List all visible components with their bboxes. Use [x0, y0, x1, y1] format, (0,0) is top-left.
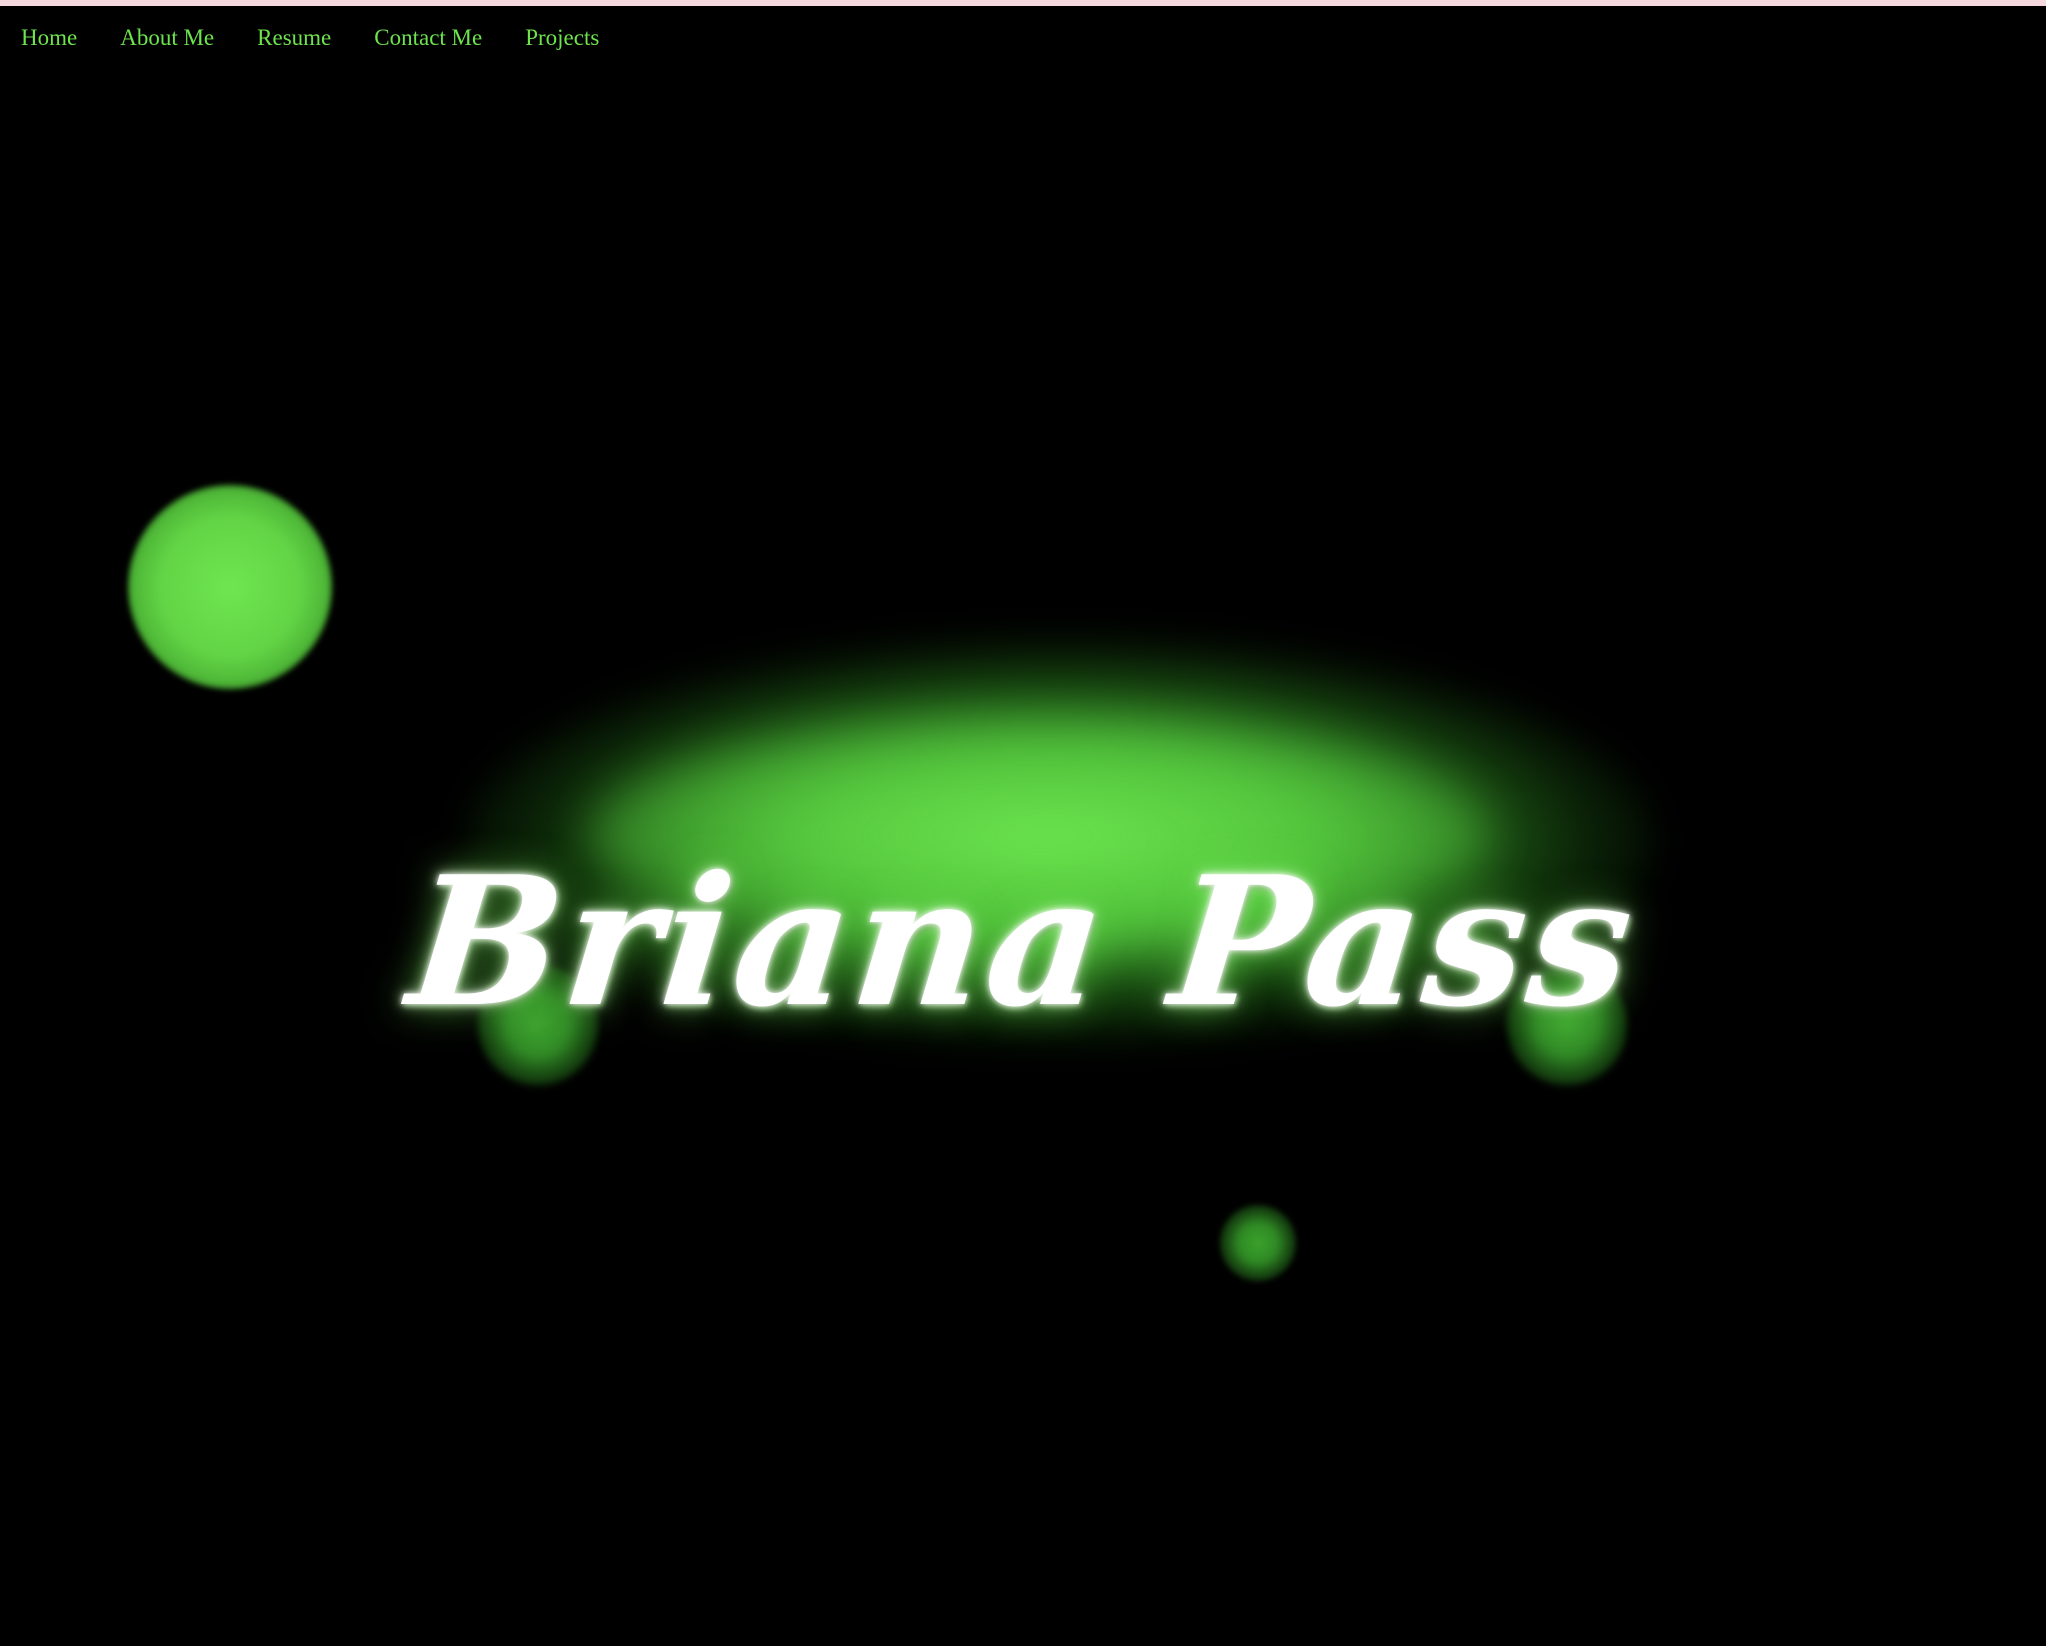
top-strip: [0, 0, 2046, 6]
glow-orb-small: [1220, 1205, 1296, 1281]
nav-link-home[interactable]: Home: [21, 25, 77, 51]
nav-link-resume[interactable]: Resume: [257, 25, 331, 51]
page: Home About Me Resume Contact Me Projects…: [0, 0, 2046, 1646]
nav-link-contact-me[interactable]: Contact Me: [374, 25, 482, 51]
nav-link-about-me[interactable]: About Me: [120, 25, 214, 51]
glow-orb-large: [128, 485, 332, 689]
nav-bar: Home About Me Resume Contact Me Projects: [0, 18, 642, 58]
nav-link-projects[interactable]: Projects: [525, 25, 599, 51]
hero-title: Briana Pass: [400, 837, 1646, 1047]
